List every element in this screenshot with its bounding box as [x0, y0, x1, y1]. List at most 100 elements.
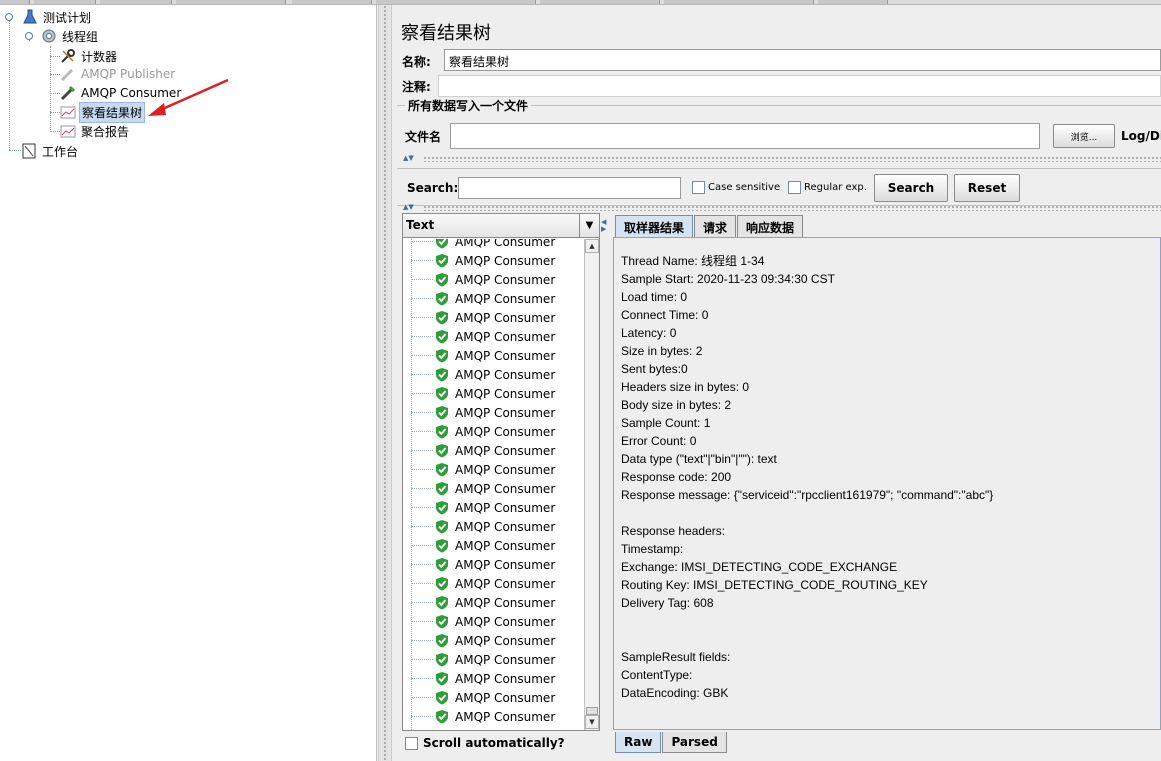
list-item[interactable]: AMQP Consumer [403, 403, 584, 422]
toolbar-button[interactable] [664, 0, 814, 4]
scroll-down-icon[interactable]: ▼ [585, 715, 599, 729]
list-item[interactable]: AMQP Consumer [403, 308, 584, 327]
flask-icon [22, 9, 38, 25]
list-scrollbar[interactable]: ▲ ▼ [584, 239, 599, 730]
tab-response-data[interactable]: 响应数据 [737, 215, 804, 237]
tab-raw[interactable]: Raw [615, 732, 662, 753]
collapse-arrows-icon[interactable]: ◀ ▶ [601, 219, 606, 233]
list-item[interactable]: AMQP Consumer [403, 384, 584, 403]
list-item[interactable]: AMQP Consumer [403, 365, 584, 384]
scroll-thumb[interactable] [586, 707, 598, 715]
sampler-result-pane[interactable]: Thread Name: 线程组 1-34 Sample Start: 2020-… [613, 237, 1161, 730]
tree-node-test-plan[interactable]: 测试计划 [22, 8, 93, 26]
list-item[interactable]: AMQP Consumer [403, 346, 584, 365]
toolbar-button[interactable] [292, 0, 372, 4]
tree-node-aggregate-report[interactable]: 聚合报告 [60, 122, 131, 140]
search-button[interactable]: Search [874, 174, 948, 202]
success-shield-icon [435, 272, 449, 287]
toolbar-button[interactable] [176, 0, 286, 4]
list-item[interactable]: AMQP Consumer [403, 441, 584, 460]
tree-node-thread-group[interactable]: 线程组 [41, 27, 100, 45]
list-item-label: AMQP Consumer [455, 329, 556, 344]
tab-parsed[interactable]: Parsed [662, 732, 727, 753]
list-item[interactable]: AMQP Consumer [403, 479, 584, 498]
case-sensitive-label: Case sensitive [708, 182, 781, 193]
tree-connector [411, 355, 433, 356]
list-item[interactable]: AMQP Consumer [403, 536, 584, 555]
regular-exp-checkbox[interactable] [788, 181, 801, 194]
scroll-up-icon[interactable]: ▲ [585, 239, 599, 253]
chevron-down-icon[interactable]: ▼ [579, 214, 599, 237]
toolbar-button[interactable] [540, 0, 660, 4]
renderer-select[interactable]: Text ▼ [403, 214, 599, 238]
list-item-label: AMQP Consumer [455, 614, 556, 629]
result-line: Response code: 200 [621, 470, 732, 484]
list-item-label: AMQP Consumer [455, 310, 556, 325]
tree-toggle[interactable] [5, 13, 13, 21]
list-item[interactable]: AMQP Consumer [403, 460, 584, 479]
list-item[interactable]: AMQP Consumer [403, 270, 584, 289]
result-line [621, 612, 1157, 630]
divider [423, 205, 1161, 211]
list-item-label: AMQP Consumer [455, 424, 556, 439]
list-detail-splitter[interactable]: ◀ ▶ [601, 213, 611, 758]
success-shield-icon [435, 348, 449, 363]
tree-toggle[interactable] [25, 32, 33, 40]
list-item[interactable]: AMQP Consumer [403, 327, 584, 346]
results-list[interactable]: AMQP Consumer AMQP Consumer AMQP Consumer A… [403, 239, 584, 730]
tree-node-view-results-tree[interactable]: 察看结果树 [60, 101, 146, 123]
pane-splitter[interactable] [378, 5, 392, 761]
case-sensitive-checkbox[interactable] [692, 181, 705, 194]
collapse-arrows-icon[interactable]: ▲▼ [403, 155, 414, 162]
tree-connector [9, 150, 21, 151]
list-item[interactable]: AMQP Consumer [403, 688, 584, 707]
file-name-field[interactable] [450, 123, 1040, 149]
tab-request[interactable]: 请求 [694, 215, 737, 237]
scroll-automatically-label: Scroll automatically? [423, 736, 565, 750]
tree-node-counter[interactable]: 计数器 [60, 47, 119, 65]
name-field[interactable]: 察看结果树 [444, 49, 1161, 71]
list-item[interactable]: AMQP Consumer [403, 707, 584, 726]
toolbar-button[interactable] [0, 0, 30, 4]
toolbar-button[interactable] [100, 0, 172, 4]
list-item[interactable]: AMQP Consumer [403, 498, 584, 517]
success-shield-icon [435, 424, 449, 439]
list-item[interactable]: AMQP Consumer [403, 631, 584, 650]
name-label: 名称: [402, 55, 431, 69]
collapse-arrows-icon[interactable]: ▲▼ [403, 204, 414, 211]
list-item[interactable]: AMQP Consumer [403, 593, 584, 612]
success-shield-icon [435, 329, 449, 344]
scroll-automatically[interactable]: Scroll automatically? [405, 736, 565, 750]
toolbar-button[interactable] [376, 0, 536, 4]
tree-connector [411, 678, 433, 679]
list-item-label: AMQP Consumer [455, 291, 556, 306]
log-display-label: Log/Dis [1121, 129, 1161, 143]
list-item[interactable]: AMQP Consumer [403, 239, 584, 251]
tree-node-workbench[interactable]: 工作台 [21, 142, 80, 160]
list-item[interactable]: AMQP Consumer [403, 669, 584, 688]
tree-connector [411, 450, 433, 451]
list-item[interactable]: AMQP Consumer [403, 289, 584, 308]
list-item[interactable]: AMQP Consumer [403, 251, 584, 270]
comment-field[interactable] [438, 75, 1161, 97]
list-item[interactable]: AMQP Consumer [403, 555, 584, 574]
regular-exp-label: Regular exp. [804, 182, 867, 193]
annotation-arrow [148, 78, 229, 116]
list-item[interactable]: AMQP Consumer [403, 650, 584, 669]
list-item[interactable]: AMQP Consumer [403, 422, 584, 441]
result-line [621, 630, 1157, 648]
browse-button[interactable]: 浏览... [1053, 124, 1115, 148]
list-item[interactable]: AMQP Consumer [403, 612, 584, 631]
list-item-label: AMQP Consumer [455, 709, 556, 724]
list-item-label: AMQP Consumer [455, 633, 556, 648]
list-item-label: AMQP Consumer [455, 690, 556, 705]
result-line: Data type ("text"|"bin"|""): text [621, 452, 777, 466]
toolbar-button[interactable] [818, 0, 888, 4]
list-item[interactable]: AMQP Consumer [403, 517, 584, 536]
reset-button[interactable]: Reset [954, 174, 1020, 202]
tab-sampler-result[interactable]: 取样器结果 [615, 215, 694, 237]
search-input[interactable] [458, 177, 681, 199]
toolbar-button[interactable] [34, 0, 96, 4]
list-item[interactable]: AMQP Consumer [403, 574, 584, 593]
scroll-automatically-checkbox[interactable] [405, 736, 418, 750]
